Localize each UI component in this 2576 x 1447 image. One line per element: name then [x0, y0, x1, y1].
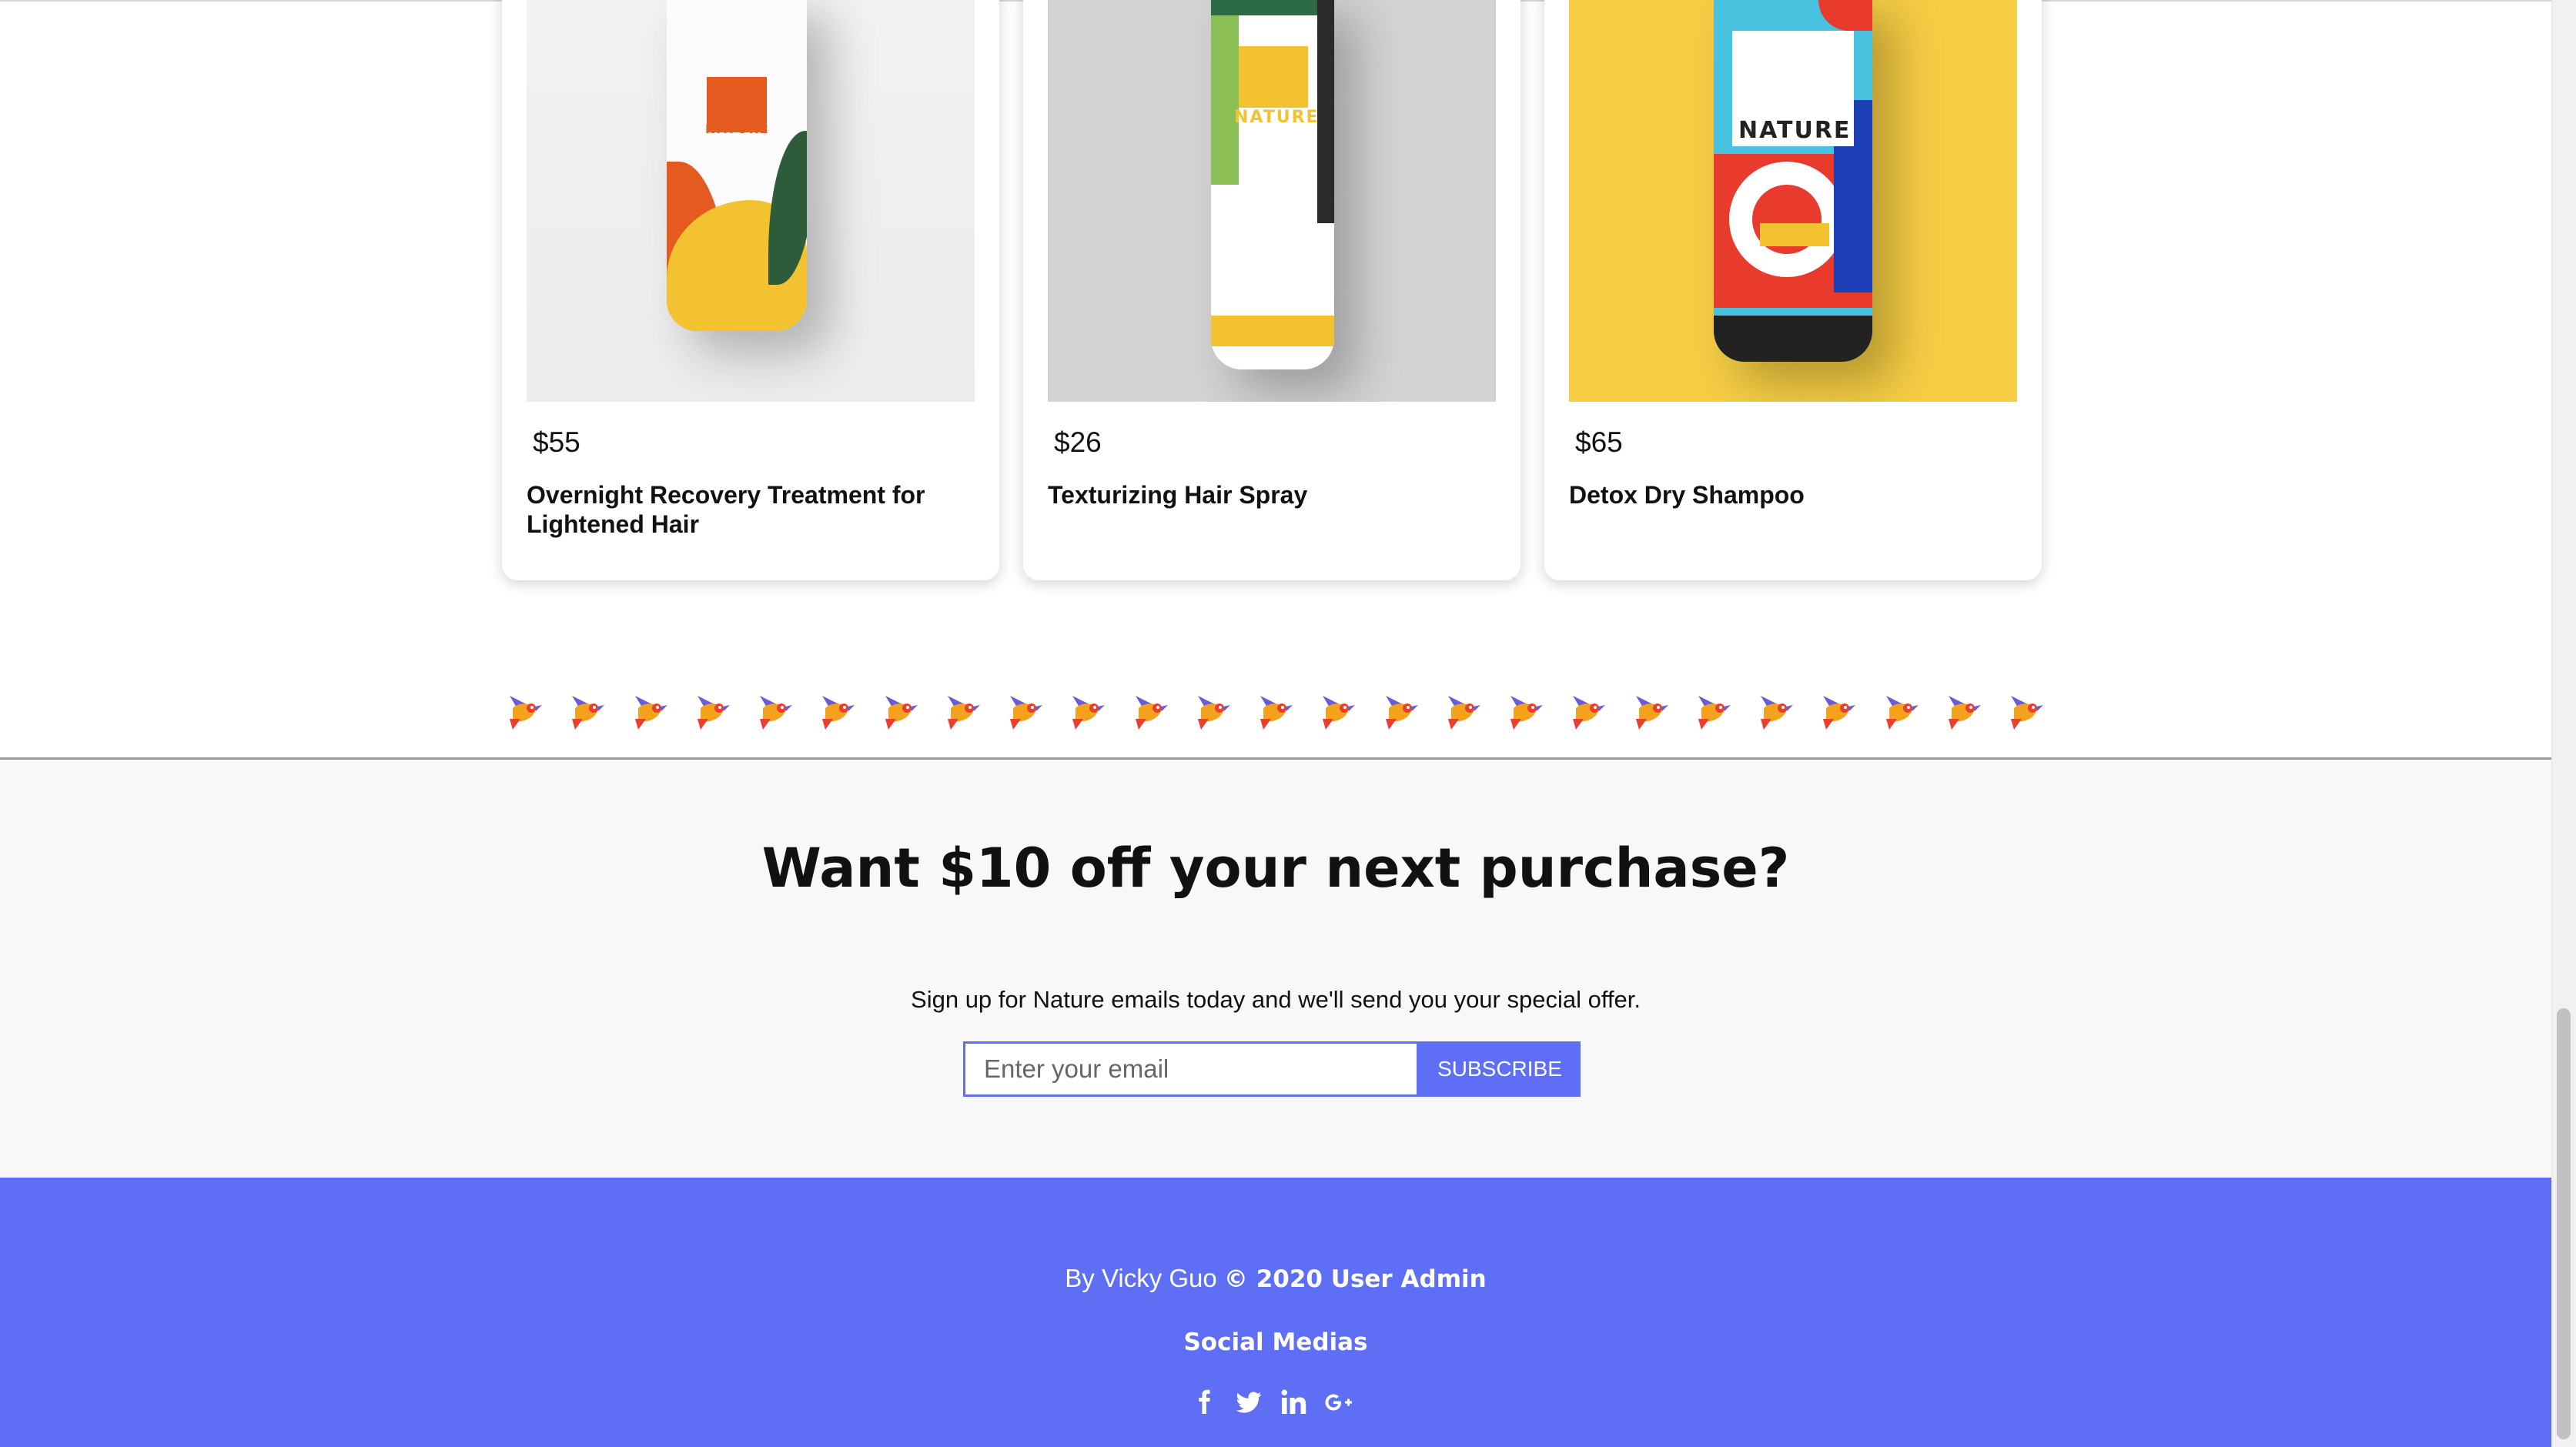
bird-icon: [1381, 688, 1420, 731]
bird-icon: [1756, 688, 1795, 731]
social-title: Social Medias: [1183, 1328, 1368, 1356]
linkedin-icon[interactable]: [1280, 1389, 1307, 1416]
bottle-illustration: NATURE: [1211, 0, 1334, 369]
social-icons: [1190, 1387, 1360, 1418]
scrollbar[interactable]: [2551, 0, 2576, 1447]
product-price: $65: [1575, 426, 1623, 458]
bird-icon: [1631, 688, 1670, 731]
footer: By Vicky Guo © 2020 User Admin Social Me…: [0, 1178, 2551, 1447]
bird-icon: [1568, 688, 1607, 731]
subscribe-form: SUBSCRIBE: [963, 1041, 1581, 1097]
bird-icon: [1944, 688, 1982, 731]
product-brand-mark: NATURE: [1234, 108, 1320, 127]
product-name[interactable]: Texturizing Hair Spray: [1048, 480, 1479, 510]
bird-icon: [505, 688, 544, 731]
subscribe-button[interactable]: SUBSCRIBE: [1419, 1041, 1581, 1097]
product-image[interactable]: NATURE: [1048, 0, 1496, 402]
bird-icon: [1068, 688, 1106, 731]
product-brand-mark: NATURE: [1738, 117, 1852, 144]
bird-icon: [1882, 688, 1920, 731]
bird-icon: [1506, 688, 1544, 731]
bottle-illustration: NATURE: [667, 0, 807, 331]
product-card[interactable]: NATURE $55 Overnight Recovery Treatment …: [502, 0, 999, 580]
bird-icon: [1444, 688, 1482, 731]
bird-icon: [755, 688, 794, 731]
bird-icon: [881, 688, 919, 731]
bottle-illustration: NATURE: [1714, 0, 1872, 362]
footer-credit: By Vicky Guo © 2020 User Admin: [0, 1264, 2551, 1293]
page: NATURE $55 Overnight Recovery Treatment …: [0, 0, 2551, 1447]
newsletter-title: Want $10 off your next purchase?: [761, 837, 1790, 900]
copyright-text: © 2020 User Admin: [1223, 1265, 1487, 1293]
product-brand-mark: NATURE: [705, 122, 770, 136]
facebook-icon[interactable]: [1190, 1389, 1218, 1416]
bird-icon: [631, 688, 669, 731]
bird-icon: [567, 688, 606, 731]
product-image[interactable]: NATURE: [527, 0, 975, 402]
product-name[interactable]: Detox Dry Shampoo: [1569, 480, 2000, 510]
bird-icon: [1131, 688, 1169, 731]
bird-divider: [505, 688, 2045, 734]
scrollbar-thumb[interactable]: [2557, 1008, 2571, 1439]
bird-icon: [1818, 688, 1857, 731]
google-plus-icon[interactable]: [1324, 1389, 1352, 1416]
product-price: $55: [533, 426, 580, 458]
bird-icon: [1193, 688, 1232, 731]
bird-icon: [1694, 688, 1732, 731]
bird-icon: [1256, 688, 1294, 731]
credit-author: By Vicky Guo: [1065, 1264, 1217, 1292]
twitter-icon[interactable]: [1235, 1389, 1263, 1416]
newsletter-subtitle: Sign up for Nature emails today and we'l…: [911, 986, 1641, 1013]
bird-icon: [943, 688, 982, 731]
product-name[interactable]: Overnight Recovery Treatment for Lighten…: [527, 480, 958, 539]
product-grid: NATURE $55 Overnight Recovery Treatment …: [502, 0, 2042, 580]
bird-icon: [1005, 688, 1044, 731]
bird-icon: [1318, 688, 1357, 731]
newsletter-section: Want $10 off your next purchase? Sign up…: [0, 760, 2551, 1178]
email-input[interactable]: [963, 1041, 1419, 1097]
product-card[interactable]: NATURE $65 Detox Dry Shampoo: [1544, 0, 2042, 580]
bird-icon: [693, 688, 731, 731]
bird-icon: [818, 688, 856, 731]
product-image[interactable]: NATURE: [1569, 0, 2017, 402]
product-card[interactable]: NATURE $26 Texturizing Hair Spray: [1023, 0, 1521, 580]
product-price: $26: [1054, 426, 1102, 458]
bird-icon: [2006, 688, 2045, 731]
